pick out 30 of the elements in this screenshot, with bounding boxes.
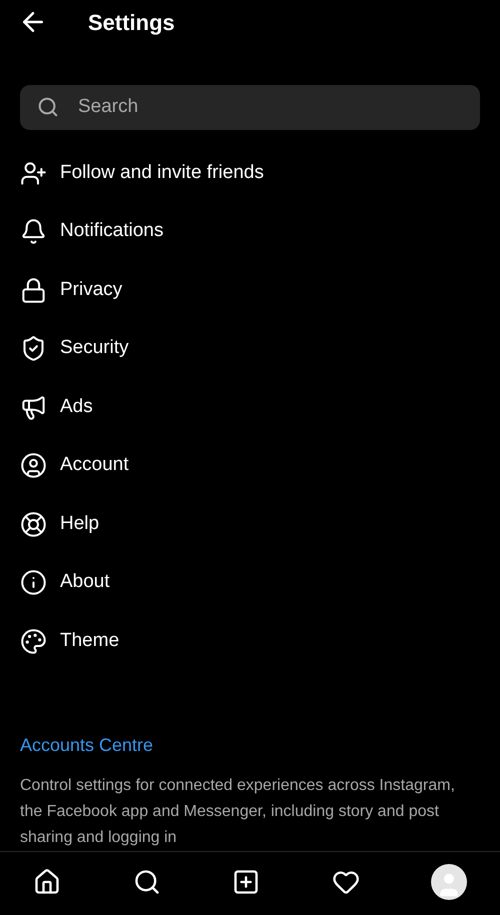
person-circle-icon [20,452,47,479]
settings-item[interactable]: Privacy [0,260,500,320]
page-title: Settings [88,8,175,37]
settings-item[interactable]: Account [0,436,500,495]
accounts-centre-link[interactable]: Accounts Centre [20,732,480,760]
settings-item[interactable]: Notifications [0,202,500,261]
palette-icon [20,628,47,654]
settings-item[interactable]: Ads [0,378,500,436]
nav-tab[interactable] [132,868,160,896]
nav-tab[interactable] [33,868,61,896]
settings-item[interactable]: Theme [0,612,500,670]
home-icon [33,868,61,896]
lock-icon [20,276,47,304]
settings-item[interactable]: About [0,553,500,612]
settings-item[interactable]: Security [0,319,500,378]
settings-item[interactable]: Follow and invite friends [0,144,500,202]
avatar-icon [431,864,467,900]
info-icon [20,569,47,596]
nav-tab[interactable] [232,868,260,896]
megaphone-icon [20,394,47,420]
search-icon [37,96,59,118]
lifebuoy-icon [20,510,47,538]
bell-icon [20,218,47,245]
nav-tab[interactable] [431,864,467,900]
settings-item[interactable]: Help [0,494,500,554]
person-plus-icon [20,160,47,186]
plus-square-icon [232,868,260,896]
accounts-centre-description: Control settings for connected experiences across Instagram, the Facebook app and Messenger, including story and post sharing and logging in [20,776,456,848]
search-icon [132,868,160,896]
search-field[interactable]: Search [20,84,480,130]
